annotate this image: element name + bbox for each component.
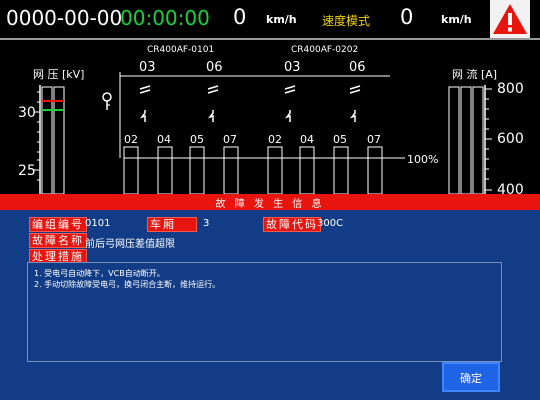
speed-left-value: 0 bbox=[233, 5, 247, 29]
car-label: 07 bbox=[367, 133, 381, 146]
switch-label-3: 03 bbox=[284, 60, 301, 75]
fault-code-label: 故障代码 bbox=[263, 217, 321, 232]
switch-label-1: 03 bbox=[139, 60, 156, 75]
key-icon bbox=[102, 92, 112, 110]
diagram-area bbox=[34, 72, 492, 194]
car-label: 02 bbox=[268, 133, 282, 146]
confirm-button[interactable]: 确定 bbox=[442, 362, 500, 392]
car-label: 05 bbox=[190, 133, 204, 146]
car-number-value: 3 bbox=[203, 218, 210, 229]
date-display: 0000-00-00 bbox=[6, 6, 123, 30]
switch-label-2: 06 bbox=[206, 60, 223, 75]
unit-a-label: CR400AF-0101 bbox=[147, 45, 215, 55]
car-number-label: 车厢 bbox=[147, 217, 197, 232]
car-label: 07 bbox=[223, 133, 237, 146]
measure-line: 2. 手动切除故障受电弓，换弓闭合主断，维持运行。 bbox=[34, 280, 221, 289]
group-number-value: 0101 bbox=[85, 218, 111, 229]
group-number-label: 编组编号 bbox=[29, 217, 87, 232]
fault-code-value: 300C bbox=[317, 218, 344, 229]
car-label: 04 bbox=[300, 133, 314, 146]
unit-b-label: CR400AF-0202 bbox=[291, 45, 359, 55]
mode-label: 速度模式 bbox=[322, 14, 371, 28]
speed-left-unit: km/h bbox=[266, 13, 297, 26]
warning-icon[interactable] bbox=[490, 0, 530, 38]
fault-name-label: 故障名称 bbox=[29, 233, 87, 248]
percent-label: 100% bbox=[407, 153, 439, 166]
fault-name-value: 前后弓网压差值超限 bbox=[85, 239, 175, 250]
speed-right-value: 0 bbox=[400, 5, 414, 29]
car-label: 02 bbox=[124, 133, 138, 146]
current-tick-600: 600 bbox=[497, 131, 524, 147]
measure-line: 1. 受电弓自动降下，VCB自动断开。 bbox=[34, 269, 165, 278]
car-label: 05 bbox=[333, 133, 347, 146]
current-gauge-label: 网 流 [A] bbox=[452, 68, 498, 81]
car-label: 04 bbox=[157, 133, 171, 146]
switch-label-4: 06 bbox=[349, 60, 366, 75]
current-tick-800: 800 bbox=[497, 81, 524, 97]
speed-right-unit: km/h bbox=[441, 13, 472, 26]
fault-dialog-title: 故 障 发 生 信 息 bbox=[215, 199, 325, 210]
measures-text-box[interactable]: 1. 受电弓自动降下，VCB自动断开。 2. 手动切除故障受电弓，换弓闭合主断，… bbox=[27, 262, 502, 362]
time-display: 00:00:00 bbox=[120, 6, 210, 30]
